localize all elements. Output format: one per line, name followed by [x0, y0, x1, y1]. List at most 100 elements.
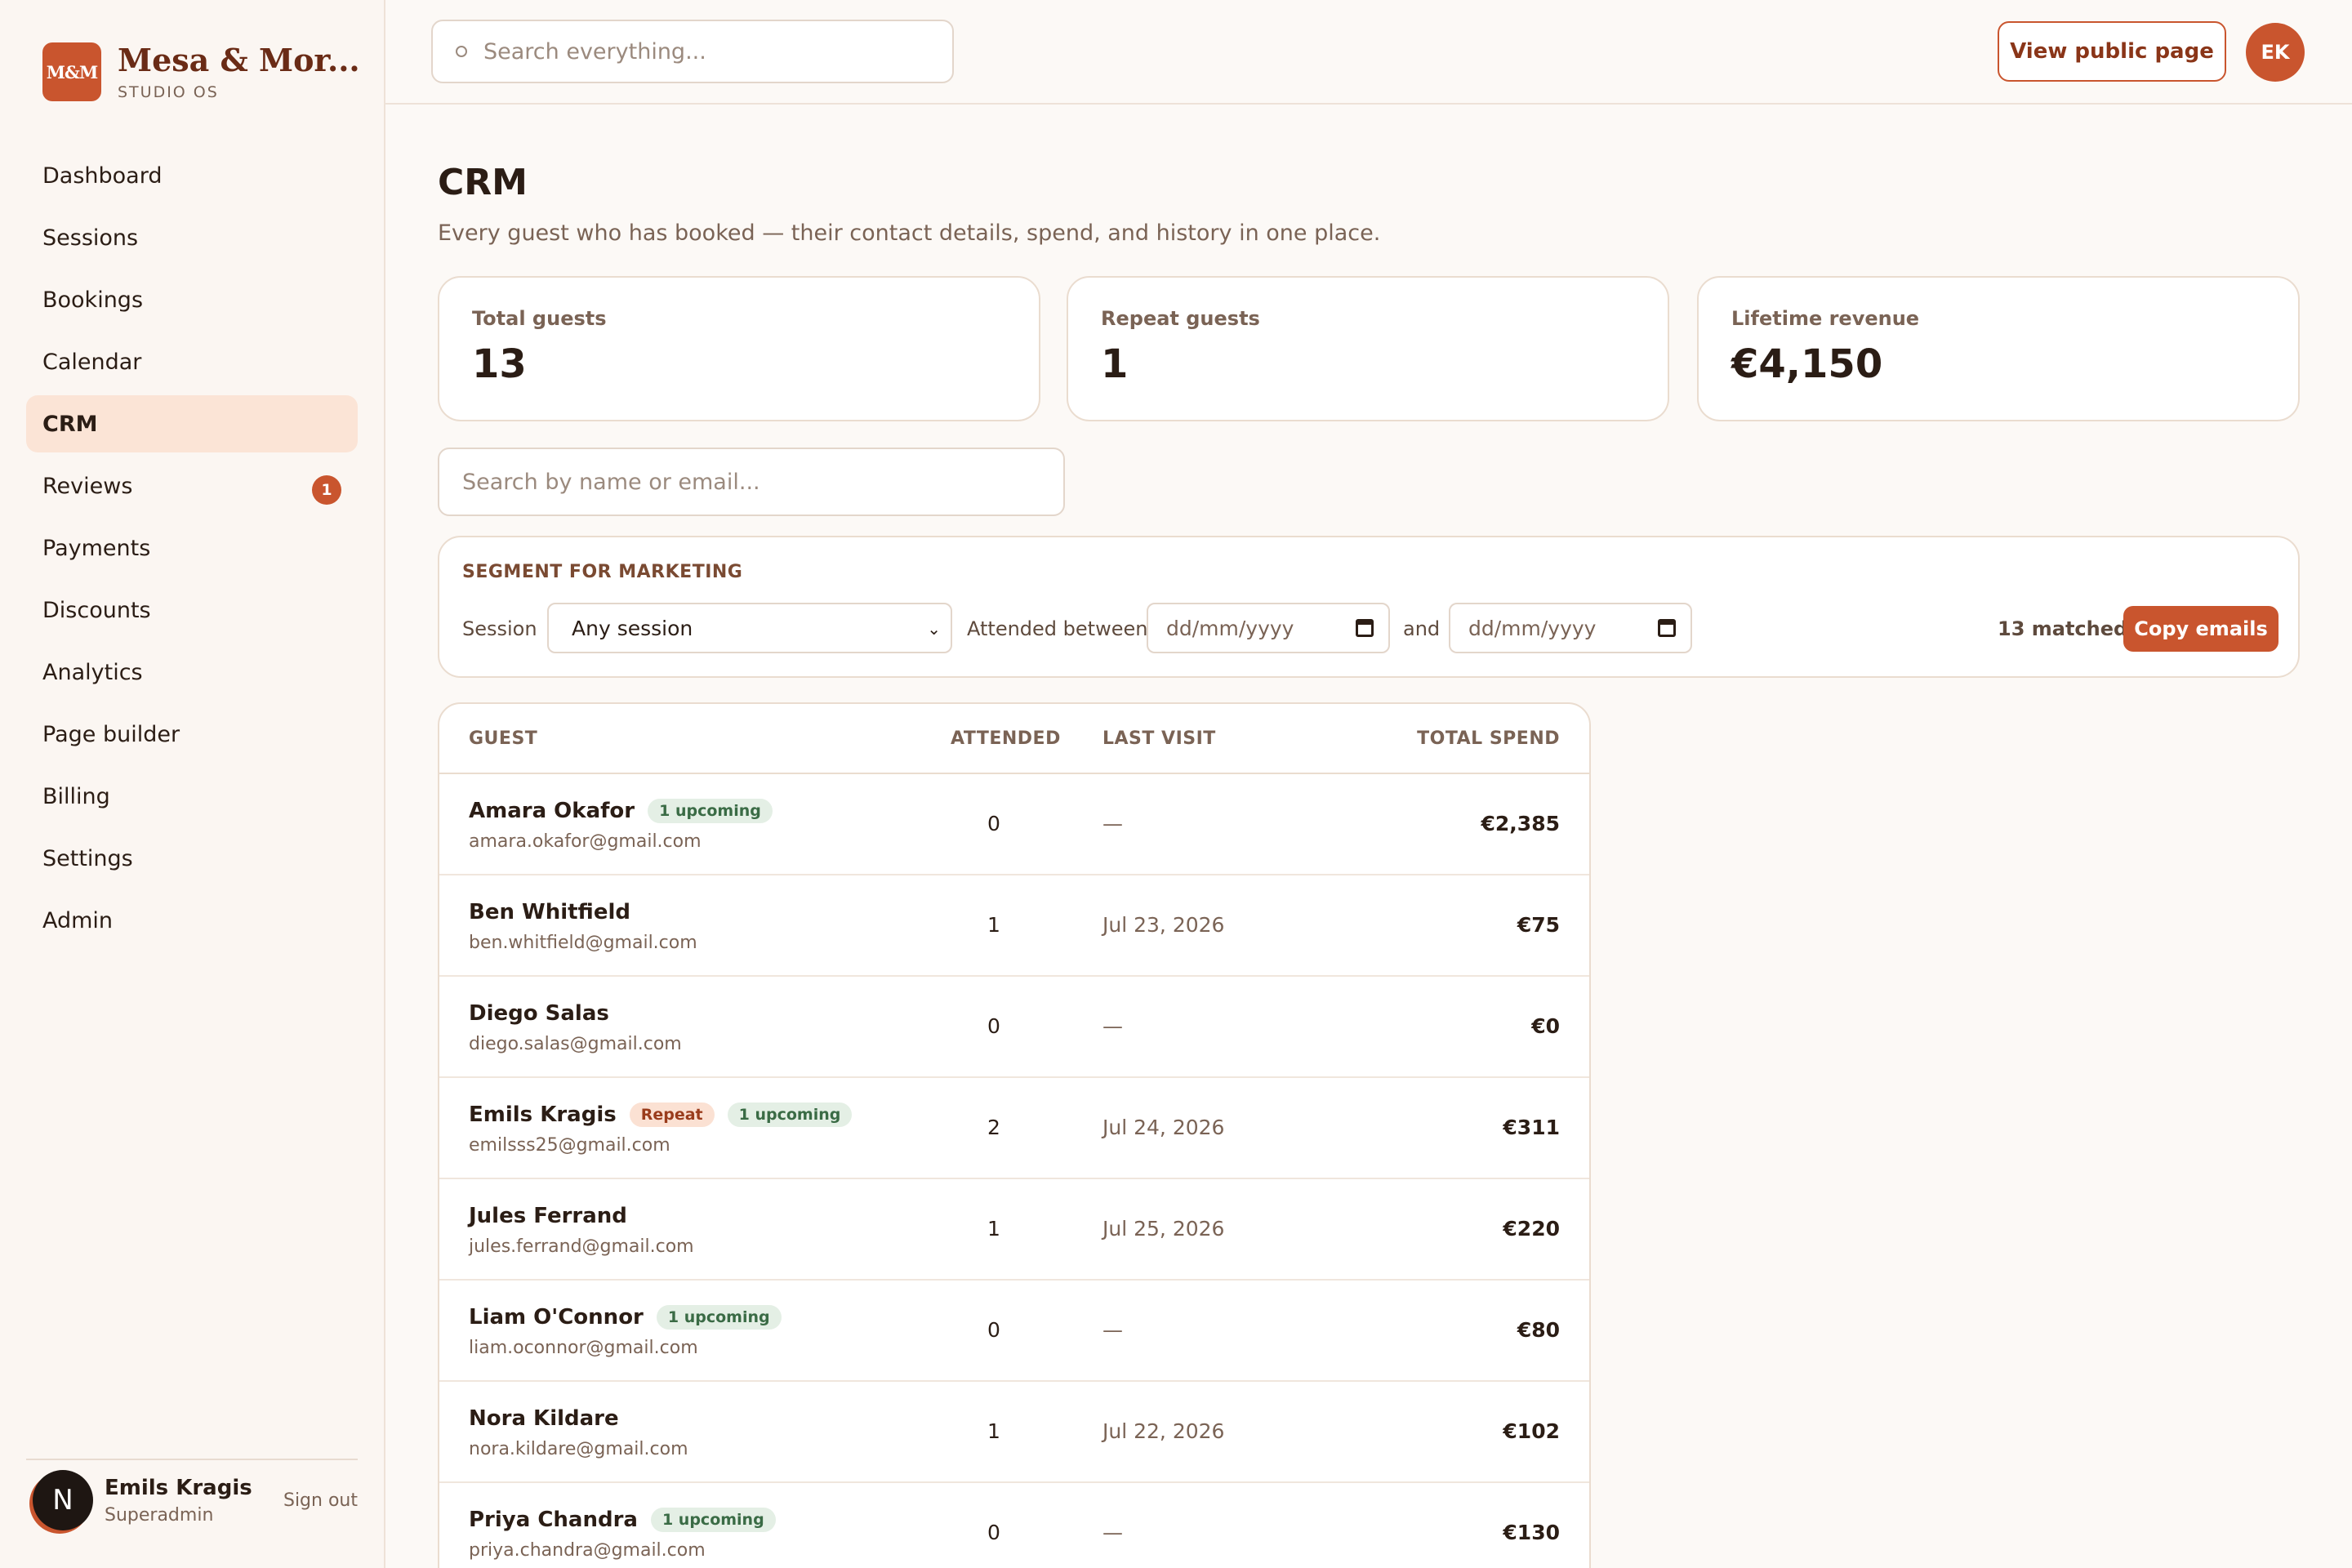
date-to-input[interactable]: dd/mm/yyyy: [1449, 603, 1692, 653]
guest-name: Nora Kildare: [469, 1406, 619, 1431]
sidebar-item-label: Analytics: [42, 659, 143, 685]
stat-label: Repeat guests: [1101, 307, 1260, 330]
attended-count: 0: [987, 812, 1000, 835]
sidebar-item-label: Settings: [42, 845, 133, 871]
sidebar-item-discounts[interactable]: Discounts: [26, 581, 358, 639]
column-header-guest[interactable]: GUEST: [469, 728, 537, 749]
attended-count: 0: [987, 1318, 1000, 1342]
guest-name-cell: Priya Chandra 1 upcoming: [469, 1508, 776, 1532]
sign-out-button[interactable]: Sign out: [283, 1490, 358, 1511]
sidebar-item-label: Billing: [42, 783, 110, 809]
stat-value: €4,150: [1731, 341, 1883, 387]
total-spend: €220: [1503, 1217, 1560, 1241]
account-avatar[interactable]: EK: [2246, 23, 2305, 82]
user-avatar[interactable]: N: [33, 1470, 93, 1530]
and-label: and: [1403, 617, 1441, 640]
brand-logo: M&M: [42, 42, 101, 101]
guest-name-cell: Jules Ferrand: [469, 1204, 627, 1228]
guest-email: diego.salas@gmail.com: [469, 1034, 682, 1054]
last-visit: —: [1102, 1318, 1123, 1342]
sidebar-item-analytics[interactable]: Analytics: [26, 644, 358, 701]
guest-table: GUEST ATTENDED LAST VISIT TOTAL SPEND Am…: [438, 702, 1591, 1568]
table-row[interactable]: Jules Ferrand jules.ferrand@gmail.com 1 Jul…: [439, 1179, 1589, 1281]
sidebar-nav: Dashboard Sessions Bookings Calendar CRM Revi…: [26, 147, 358, 954]
guest-email: nora.kildare@gmail.com: [469, 1439, 688, 1459]
user-name: Emils Kragis: [105, 1475, 252, 1500]
attended-count: 2: [987, 1116, 1000, 1139]
calendar-icon[interactable]: [1356, 619, 1374, 637]
stat-card-total-guests: Total guests 13: [438, 276, 1040, 421]
table-row[interactable]: Emils Kragis Repeat 1 upcoming emilsss25@gm…: [439, 1078, 1589, 1179]
sidebar-item-crm[interactable]: CRM: [26, 395, 358, 452]
stat-card-lifetime-revenue: Lifetime revenue €4,150: [1697, 276, 2300, 421]
last-visit: —: [1102, 1521, 1123, 1544]
table-body: Amara Okafor 1 upcoming amara.okafor@gmail…: [439, 774, 1589, 1568]
sidebar-item-reviews[interactable]: Reviews 1: [26, 457, 358, 514]
total-spend: €0: [1531, 1014, 1560, 1038]
guest-name: Jules Ferrand: [469, 1204, 627, 1228]
date-from-input[interactable]: dd/mm/yyyy: [1147, 603, 1390, 653]
brand-subtitle: STUDIO OS: [118, 83, 219, 101]
guest-name: Liam O'Connor: [469, 1305, 644, 1330]
session-select-value: Any session: [572, 616, 693, 640]
segment-panel: SEGMENT FOR MARKETING Session Any sessio…: [438, 536, 2300, 678]
upcoming-badge: 1 upcoming: [727, 1102, 853, 1127]
sidebar-item-dashboard[interactable]: Dashboard: [26, 147, 358, 204]
last-visit: Jul 24, 2026: [1102, 1116, 1225, 1139]
last-visit: —: [1102, 1014, 1123, 1038]
attended-count: 1: [987, 913, 1000, 937]
stat-card-repeat-guests: Repeat guests 1: [1067, 276, 1669, 421]
sidebar-item-label: Payments: [42, 535, 151, 561]
session-select[interactable]: Any session ⌄: [547, 603, 952, 653]
copy-emails-button[interactable]: Copy emails: [2123, 606, 2278, 652]
column-header-total-spend[interactable]: TOTAL SPEND: [1417, 728, 1560, 749]
stat-value: 13: [472, 341, 527, 387]
table-row[interactable]: Liam O'Connor 1 upcoming liam.oconnor@gmai…: [439, 1281, 1589, 1382]
guest-email: jules.ferrand@gmail.com: [469, 1236, 694, 1257]
brand-name: Mesa & Mor...: [118, 42, 360, 78]
guest-name-cell: Nora Kildare: [469, 1406, 619, 1431]
total-spend: €102: [1503, 1419, 1560, 1443]
attended-between-label: Attended between: [967, 617, 1148, 640]
sidebar-item-label: Dashboard: [42, 163, 163, 189]
column-header-attended[interactable]: ATTENDED: [951, 728, 1061, 749]
table-header: GUEST ATTENDED LAST VISIT TOTAL SPEND: [439, 704, 1589, 774]
sidebar-item-bookings[interactable]: Bookings: [26, 271, 358, 328]
crm-search-input[interactable]: Search by name or email...: [438, 448, 1065, 516]
sidebar-item-billing[interactable]: Billing: [26, 768, 358, 825]
table-row[interactable]: Diego Salas diego.salas@gmail.com 0 — €0: [439, 977, 1589, 1078]
sidebar-item-payments[interactable]: Payments: [26, 519, 358, 577]
sidebar-item-page-builder[interactable]: Page builder: [26, 706, 358, 763]
sidebar-item-label: Page builder: [42, 721, 180, 747]
guest-email: emilsss25@gmail.com: [469, 1135, 670, 1156]
user-box: N Emils Kragis Superadmin Sign out: [26, 1459, 358, 1540]
upcoming-badge: 1 upcoming: [656, 1305, 782, 1330]
attended-count: 0: [987, 1521, 1000, 1544]
guest-name-cell: Diego Salas: [469, 1001, 609, 1026]
table-row[interactable]: Nora Kildare nora.kildare@gmail.com 1 Jul 2…: [439, 1382, 1589, 1483]
last-visit: Jul 22, 2026: [1102, 1419, 1225, 1443]
guest-name: Priya Chandra: [469, 1508, 638, 1532]
brand[interactable]: M&M Mesa & Mor... STUDIO OS: [42, 42, 360, 101]
sidebar-item-calendar[interactable]: Calendar: [26, 333, 358, 390]
view-public-page-button[interactable]: View public page: [1998, 21, 2226, 82]
guest-name: Emils Kragis: [469, 1102, 617, 1127]
total-spend: €80: [1517, 1318, 1560, 1342]
attended-count: 0: [987, 1014, 1000, 1038]
guest-name-cell: Amara Okafor 1 upcoming: [469, 799, 773, 823]
sidebar-item-admin[interactable]: Admin: [26, 892, 358, 949]
table-row[interactable]: Priya Chandra 1 upcoming priya.chandra@gma…: [439, 1483, 1589, 1568]
table-row[interactable]: Ben Whitfield ben.whitfield@gmail.com 1 Jul…: [439, 875, 1589, 977]
sidebar-item-settings[interactable]: Settings: [26, 830, 358, 887]
topbar: Search everything... View public page EK: [385, 0, 2352, 105]
calendar-icon[interactable]: [1658, 619, 1676, 637]
page-title: CRM: [438, 162, 528, 203]
global-search-input[interactable]: Search everything...: [431, 20, 954, 83]
sidebar-item-label: Reviews: [42, 473, 133, 499]
last-visit: Jul 25, 2026: [1102, 1217, 1225, 1241]
total-spend: €75: [1517, 913, 1560, 937]
sidebar-item-sessions[interactable]: Sessions: [26, 209, 358, 266]
table-row[interactable]: Amara Okafor 1 upcoming amara.okafor@gmail…: [439, 774, 1589, 875]
sidebar-item-label: Calendar: [42, 349, 142, 375]
column-header-last-visit[interactable]: LAST VISIT: [1102, 728, 1216, 749]
